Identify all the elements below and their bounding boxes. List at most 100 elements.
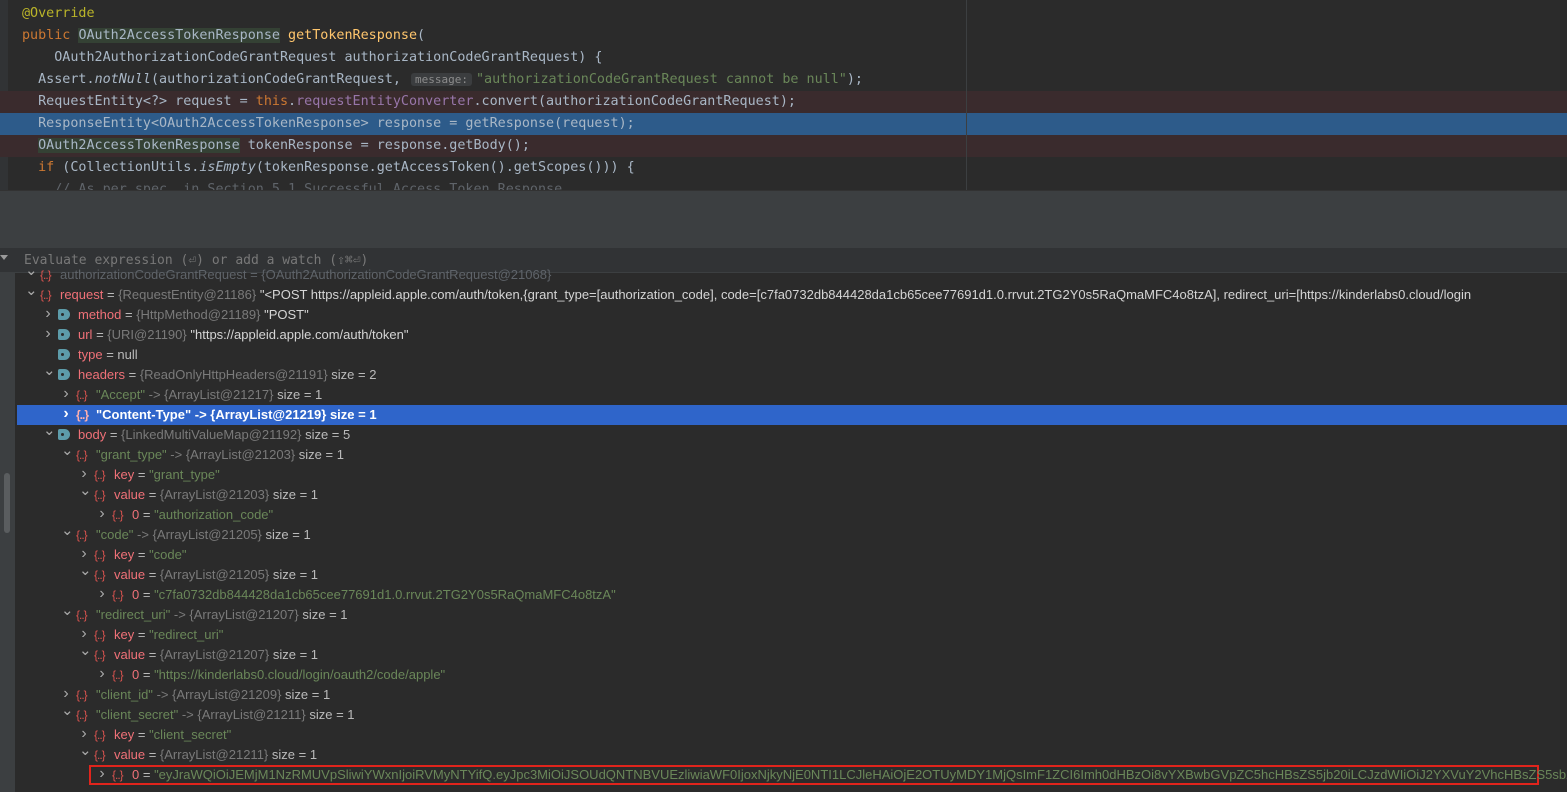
code-line-text: @Override xyxy=(22,3,95,25)
variable-text: "client_id" -> {ArrayList@21209} size = … xyxy=(96,685,330,705)
field-tag-icon xyxy=(58,349,70,360)
collapse-arrow-icon[interactable]: ⌄ xyxy=(25,261,38,281)
variable-row[interactable]: › {..} "Content-Type" -> {ArrayList@21219}… xyxy=(17,405,1567,425)
expand-arrow-icon[interactable]: › xyxy=(43,304,53,324)
variable-text: "Content-Type" -> {ArrayList@21219} size… xyxy=(96,405,377,425)
collapse-arrow-icon[interactable]: ⌄ xyxy=(61,701,74,721)
variable-row[interactable]: › {..} key = "grant_type" xyxy=(17,465,1567,485)
variable-row[interactable]: › method = {HttpMethod@21189} "POST" xyxy=(17,305,1567,325)
variable-row[interactable]: ⌄ {..} "code" -> {ArrayList@21205} size = … xyxy=(17,522,1567,545)
code-token: ); xyxy=(846,72,863,87)
code-line[interactable]: Assert.notNull(authorizationCodeGrantReq… xyxy=(0,69,1567,91)
variable-text: 0 = "eyJraWQiOiJEMjM1NzRMUVpSliwiYWxnIjo… xyxy=(132,765,1567,785)
variable-value: "authorization_code" xyxy=(154,507,274,522)
variable-type: -> {ArrayList@21219} xyxy=(194,407,327,422)
panel-scrollbar[interactable] xyxy=(0,273,15,792)
code-line-text: OAuth2AccessTokenResponse tokenResponse … xyxy=(22,135,530,157)
variable-row[interactable]: ⌄ {..} "client_secret" -> {ArrayList@21211… xyxy=(17,702,1567,725)
collapse-arrow-icon[interactable]: ⌄ xyxy=(25,281,38,301)
variable-size: size = 1 xyxy=(272,487,319,502)
collapse-arrow-icon[interactable]: ⌄ xyxy=(61,441,74,461)
variable-value: "POST" xyxy=(264,307,309,322)
collapse-arrow-icon[interactable]: ⌄ xyxy=(79,641,92,661)
object-icon: {..} xyxy=(112,668,124,682)
variable-row[interactable]: ⌄ {..} value = {ArrayList@21205} size = 1 xyxy=(17,562,1567,585)
collapse-arrow-icon[interactable]: ⌄ xyxy=(79,561,92,581)
separator: = xyxy=(92,327,108,342)
variable-name: request xyxy=(60,287,104,302)
variable-size: size = 1 xyxy=(298,447,344,462)
code-token: (authorizationCodeGrantRequest, xyxy=(151,72,409,87)
variable-value: "<POST https://appleid.apple.com/auth/to… xyxy=(259,287,1472,302)
variable-row[interactable]: ⌄ {..} "redirect_uri" -> {ArrayList@21207}… xyxy=(17,602,1567,625)
separator: = xyxy=(145,647,160,662)
separator: = xyxy=(139,667,155,682)
code-line[interactable]: // As per spec, in Section 5.1 Successfu… xyxy=(0,179,1567,190)
code-line[interactable]: if (CollectionUtils.isEmpty(tokenRespons… xyxy=(0,157,1567,179)
variable-row[interactable]: ⌄ {..} value = {ArrayList@21207} size = 1 xyxy=(17,642,1567,665)
variable-row[interactable]: › url = {URI@21190} "https://appleid.appl… xyxy=(17,325,1567,345)
code-token: ( xyxy=(417,28,426,43)
code-line[interactable]: OAuth2AuthorizationCodeGrantRequest auth… xyxy=(0,47,1567,69)
collapse-arrow-icon[interactable]: ⌄ xyxy=(79,481,92,501)
expand-arrow-icon[interactable]: › xyxy=(61,404,71,424)
code-line[interactable]: RequestEntity<?> request = this.requestE… xyxy=(0,91,1567,113)
variable-row[interactable]: ⌄ {..} request = {RequestEntity@21186} "<P… xyxy=(17,282,1567,305)
scrollbar-thumb[interactable] xyxy=(4,473,10,533)
code-line-text: // As per spec, in Section 5.1 Successfu… xyxy=(22,179,562,190)
expand-arrow-icon[interactable]: › xyxy=(97,764,107,784)
field-tag-icon xyxy=(58,329,70,340)
variable-row[interactable]: › {..} key = "redirect_uri" xyxy=(17,625,1567,645)
code-editor[interactable]: @Override public OAuth2AccessTokenRespons… xyxy=(0,0,1567,190)
variable-row[interactable]: type = null xyxy=(17,345,1567,365)
variable-row[interactable]: › {..} 0 = "https://kinderlabs0.cloud/logi… xyxy=(17,665,1567,685)
variable-row[interactable]: › {..} "Accept" -> {ArrayList@21217} size … xyxy=(17,385,1567,405)
code-token: getTokenResponse xyxy=(288,28,418,43)
expand-arrow-icon[interactable]: › xyxy=(61,384,71,404)
code-line-text: Assert.notNull(authorizationCodeGrantReq… xyxy=(22,69,863,91)
variable-row[interactable]: ⌄ {..} value = {ArrayList@21203} size = 1 xyxy=(17,482,1567,505)
variable-size: size = 1 xyxy=(285,687,331,702)
variable-row[interactable]: › {..} 0 = "authorization_code" xyxy=(17,505,1567,525)
collapse-arrow-icon[interactable]: ⌄ xyxy=(61,601,74,621)
variable-row[interactable]: ⌄ body = {LinkedMultiValueMap@21192} size… xyxy=(17,422,1567,445)
separator: = xyxy=(121,307,137,322)
variable-size: size = 1 xyxy=(272,647,319,662)
expand-arrow-icon[interactable]: › xyxy=(97,584,107,604)
variable-row[interactable]: › {..} key = "code" xyxy=(17,545,1567,565)
collapse-arrow-icon[interactable]: ⌄ xyxy=(43,421,56,441)
expand-arrow-icon[interactable]: › xyxy=(97,504,107,524)
variable-row[interactable]: › {..} 0 = "c7fa0732db844428da1cb65cee7769… xyxy=(17,585,1567,605)
parameter-hint: message: xyxy=(410,73,472,86)
collapse-arrow-icon[interactable]: ⌄ xyxy=(61,521,74,541)
code-line[interactable]: ResponseEntity<OAuth2AccessTokenResponse… xyxy=(0,113,1567,135)
chevron-down-icon[interactable] xyxy=(0,255,8,260)
expand-arrow-icon[interactable]: › xyxy=(97,664,107,684)
collapse-arrow-icon[interactable]: ⌄ xyxy=(43,361,56,381)
variable-value: "redirect_uri" xyxy=(149,627,224,642)
separator: = xyxy=(106,427,122,442)
code-line[interactable]: OAuth2AccessTokenResponse tokenResponse … xyxy=(0,135,1567,157)
variable-row[interactable]: › {..} key = "client_secret" xyxy=(17,725,1567,745)
collapse-arrow-icon[interactable]: ⌄ xyxy=(79,741,92,761)
object-icon: {..} xyxy=(40,288,52,302)
expand-arrow-icon[interactable]: › xyxy=(43,324,53,344)
variable-row[interactable]: ⌄ {..} "grant_type" -> {ArrayList@21203} s… xyxy=(17,442,1567,465)
code-line[interactable]: @Override xyxy=(0,3,1567,25)
separator: = xyxy=(102,347,118,362)
variable-row[interactable]: › {..} "client_id" -> {ArrayList@21209} si… xyxy=(17,685,1567,705)
variable-name: "grant_type" xyxy=(96,447,167,462)
variable-text: "code" -> {ArrayList@21205} size = 1 xyxy=(96,525,311,545)
code-line[interactable]: public OAuth2AccessTokenResponse getToke… xyxy=(0,25,1567,47)
variable-text: 0 = "c7fa0732db844428da1cb65cee77691d1.0… xyxy=(132,585,616,605)
variable-text: value = {ArrayList@21205} size = 1 xyxy=(114,565,318,585)
variable-row[interactable]: ⌄ {..} authorizationCodeGrantRequest = {OA… xyxy=(17,262,1567,285)
variable-row[interactable]: › {..} 0 = "eyJraWQiOiJEMjM1NzRMUVpSliwiYW… xyxy=(89,764,1567,785)
variable-row[interactable]: ⌄ {..} value = {ArrayList@21211} size = 1 xyxy=(17,742,1567,765)
code-token: OAuth2AuthorizationCodeGrantRequest auth… xyxy=(22,50,603,65)
variable-row[interactable]: ⌄ headers = {ReadOnlyHttpHeaders@21191} s… xyxy=(17,362,1567,385)
separator: = xyxy=(134,727,150,742)
variable-type: -> {ArrayList@21211} xyxy=(181,707,306,722)
variable-name: "Content-Type" xyxy=(96,407,192,422)
